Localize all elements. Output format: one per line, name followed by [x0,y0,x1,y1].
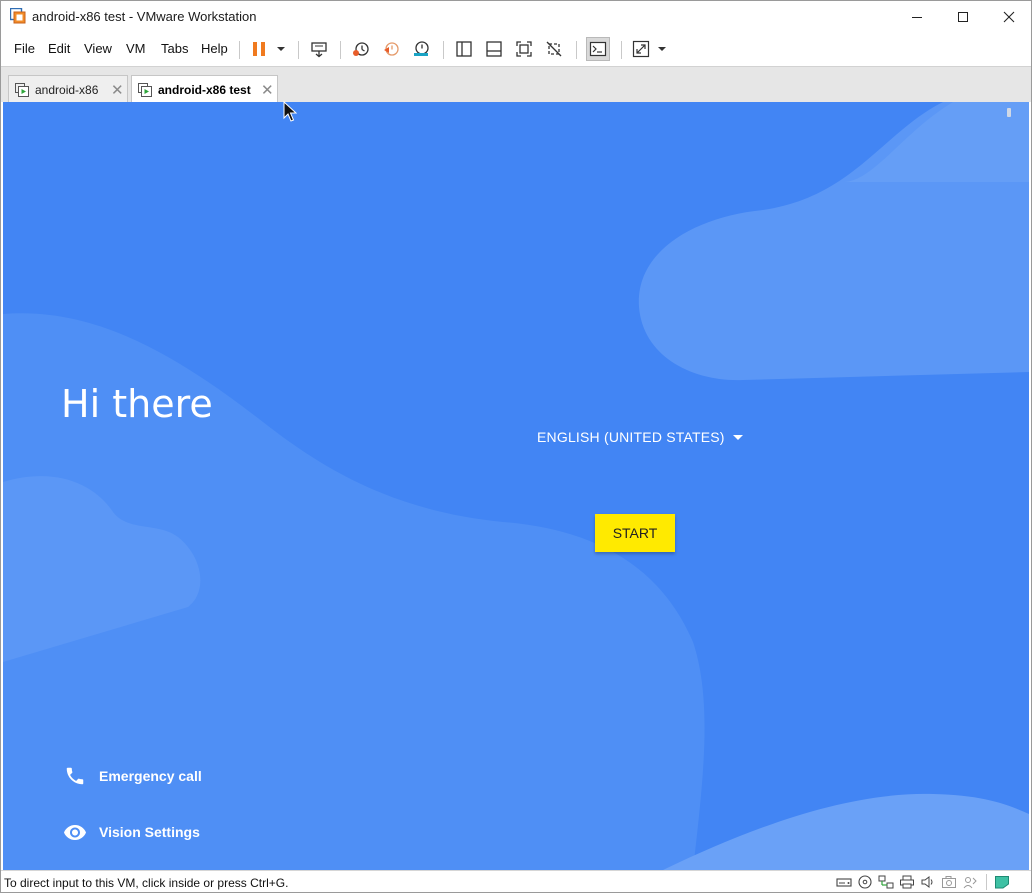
printer-icon[interactable] [899,875,915,889]
dropdown-caret-icon [277,47,285,51]
snapshot-manager-icon [414,41,429,56]
vm-icon [138,83,152,97]
snapshot-revert-icon [384,42,399,56]
pause-button[interactable] [249,39,269,59]
tab-label: android-x86 test [158,83,251,97]
tab-bar: android-x86 ✕ android-x86 test ✕ [1,66,1031,103]
dropdown-caret-icon [658,47,666,51]
window-title: android-x86 test - VMware Workstation [32,9,257,24]
greeting-heading: Hi there [61,382,213,426]
language-selector[interactable]: ENGLISH (UNITED STATES) [537,429,743,445]
menu-toolbar: File Edit View VM Tabs Help [1,32,1031,66]
unity-icon [546,41,562,57]
snapshot-take-icon [353,42,369,56]
mouse-cursor-icon [283,101,297,122]
status-bar: To direct input to this VM, click inside… [1,870,1031,892]
scroll-indicator [1007,108,1011,117]
console-view-button[interactable] [586,37,610,61]
library-view-icon [456,41,472,57]
camera-icon[interactable] [941,875,957,889]
tab-close-icon[interactable]: ✕ [261,81,274,99]
menu-file[interactable]: File [14,41,35,56]
close-icon [1003,11,1015,22]
tab-android-x86-test[interactable]: android-x86 test ✕ [131,75,278,103]
stretch-guest-icon [632,40,650,58]
eye-icon [63,820,87,844]
maximize-icon [958,11,968,22]
hard-disk-icon[interactable] [836,875,852,889]
vmware-app-icon [10,8,26,24]
bluetooth-icon[interactable] [962,875,978,889]
send-ctrl-alt-del-icon [311,42,327,58]
vision-settings-button[interactable]: Vision Settings [63,820,200,844]
minimize-icon [912,16,922,18]
toolbar-separator [576,41,577,59]
dropdown-caret-icon [732,434,743,440]
snapshot-manager-button[interactable] [411,39,431,59]
language-label: ENGLISH (UNITED STATES) [537,429,725,445]
vm-screen[interactable]: Hi there ENGLISH (UNITED STATES) START E… [3,102,1029,870]
library-view-button[interactable] [454,39,474,59]
send-ctrl-alt-del-button[interactable] [309,39,329,59]
menu-view[interactable]: View [84,41,112,56]
tab-label: android-x86 [35,83,99,97]
tab-android-x86[interactable]: android-x86 ✕ [8,75,128,103]
status-text: To direct input to this VM, click inside… [4,876,289,890]
vm-icon [15,83,29,97]
toolbar-separator [621,41,622,59]
message-icon[interactable] [994,875,1010,889]
console-view-icon [589,41,607,57]
toolbar-separator [443,41,444,59]
stretch-guest-button[interactable] [631,39,651,59]
thumbnail-bar-button[interactable] [484,39,504,59]
menu-vm[interactable]: VM [126,41,146,56]
sound-icon[interactable] [920,875,936,889]
close-button[interactable] [986,1,1032,32]
unity-button[interactable] [544,39,564,59]
stretch-dropdown-button[interactable] [652,39,672,59]
pause-icon [253,42,265,56]
title-bar: android-x86 test - VMware Workstation [1,1,1031,32]
menu-tabs[interactable]: Tabs [161,41,188,56]
power-dropdown-button[interactable] [271,39,291,59]
menu-edit[interactable]: Edit [48,41,70,56]
tab-close-icon[interactable]: ✕ [111,81,124,99]
full-screen-icon [516,41,532,57]
take-snapshot-button[interactable] [351,39,371,59]
minimize-button[interactable] [894,1,940,32]
menu-help[interactable]: Help [201,41,228,56]
network-icon[interactable] [878,875,894,889]
cd-dvd-icon[interactable] [857,875,873,889]
start-button[interactable]: START [595,514,675,552]
thumbnail-bar-icon [486,41,502,57]
vision-settings-label: Vision Settings [99,824,200,840]
toolbar-separator [239,41,240,59]
emergency-call-button[interactable]: Emergency call [63,764,202,788]
toolbar-separator [340,41,341,59]
background-waves [3,102,1029,870]
vmware-window: android-x86 test - VMware Workstation Fi… [0,0,1032,893]
revert-snapshot-button[interactable] [381,39,401,59]
phone-icon [63,764,87,788]
status-separator [986,874,987,890]
toolbar-separator [298,41,299,59]
full-screen-button[interactable] [514,39,534,59]
maximize-button[interactable] [940,1,986,32]
emergency-call-label: Emergency call [99,768,202,784]
